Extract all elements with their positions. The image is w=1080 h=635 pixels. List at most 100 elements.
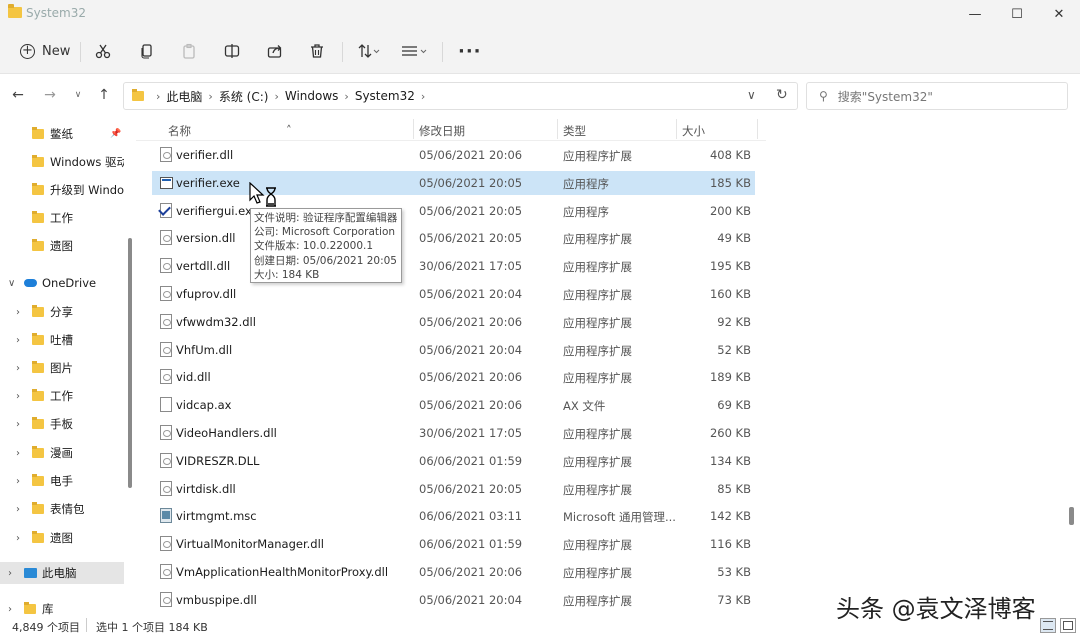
- search-input[interactable]: ⚲ 搜索"System32": [806, 82, 1068, 110]
- forward-button[interactable]: →: [39, 84, 61, 106]
- table-row[interactable]: VideoHandlers.dll 30/06/2021 17:05 应用程序扩展 2…: [152, 421, 755, 445]
- clipboard-icon: [183, 43, 195, 59]
- table-row[interactable]: virtmgmt.msc 06/06/2021 03:11 Microsoft 通用…: [152, 504, 755, 528]
- table-row[interactable]: virtdisk.dll 05/06/2021 20:05 应用程序扩展 85 KB: [152, 477, 755, 501]
- table-row[interactable]: vertdll.dll 30/06/2021 17:05 应用程序扩展 195 KB: [152, 254, 755, 278]
- table-row[interactable]: vidcap.ax 05/06/2021 20:06 AX 文件 69 KB: [152, 393, 755, 417]
- details-view-button[interactable]: [1040, 618, 1056, 633]
- table-row[interactable]: vmbuspipe.dll 05/06/2021 20:04 应用程序扩展 73 KB: [152, 588, 755, 612]
- refresh-icon[interactable]: ↻: [776, 87, 788, 103]
- chevron-right-icon[interactable]: ›: [16, 419, 20, 430]
- breadcrumb-drive-c[interactable]: 系统 (C:): [219, 88, 269, 105]
- column-type[interactable]: 类型: [563, 123, 586, 139]
- close-button[interactable]: ✕: [1038, 0, 1080, 28]
- command-bar: + New ···: [0, 28, 1080, 74]
- table-row[interactable]: vfuprov.dll 05/06/2021 20:04 应用程序扩展 160 KB: [152, 282, 755, 306]
- address-dropdown-button[interactable]: ∨: [747, 88, 756, 102]
- up-button[interactable]: ↑: [93, 84, 115, 106]
- chevron-right-icon[interactable]: ›: [16, 391, 20, 402]
- rename-button[interactable]: [224, 40, 240, 62]
- table-row[interactable]: VirtualMonitorManager.dll 06/06/2021 01:5…: [152, 532, 755, 556]
- sidebar-item-label: 漫画: [50, 446, 73, 460]
- sidebar-item-onedrive-7[interactable]: › 表情包: [0, 498, 124, 520]
- sidebar-item-this-pc[interactable]: › 此电脑: [0, 562, 124, 584]
- view-button[interactable]: [401, 40, 429, 62]
- table-row[interactable]: vid.dll 05/06/2021 20:06 应用程序扩展 189 KB: [152, 365, 755, 389]
- details-view-icon: [1043, 621, 1053, 630]
- chevron-right-icon[interactable]: ›: [8, 604, 12, 615]
- breadcrumb-windows[interactable]: Windows: [285, 89, 339, 103]
- back-button[interactable]: ←: [7, 84, 29, 106]
- table-row[interactable]: verifiergui.exe 05/06/2021 20:05 应用程序 200 K…: [152, 199, 755, 223]
- title-bar: System32 — ☐ ✕: [0, 0, 1080, 28]
- file-name: VmApplicationHealthMonitorProxy.dll: [176, 565, 389, 579]
- sidebar-item-onedrive-3[interactable]: › 工作: [0, 385, 124, 407]
- sidebar-item-quick-1[interactable]: Windows 驱动: [0, 151, 124, 173]
- chevron-right-icon[interactable]: ›: [16, 448, 20, 459]
- tooltip-line: 公司: Microsoft Corporation: [254, 226, 396, 239]
- cut-button[interactable]: [95, 40, 111, 62]
- table-row[interactable]: VmApplicationHealthMonitorProxy.dll 05/06…: [152, 560, 755, 584]
- tiles-view-button[interactable]: [1060, 618, 1076, 633]
- address-box[interactable]: › 此电脑 › 系统 (C:) › Windows › System32 › ∨…: [123, 82, 798, 110]
- minimize-button[interactable]: —: [954, 0, 996, 28]
- folder-icon: [132, 89, 144, 101]
- sidebar-item-onedrive[interactable]: ∨ OneDrive: [0, 272, 124, 294]
- delete-button[interactable]: [309, 40, 325, 62]
- column-name[interactable]: 名称: [168, 123, 191, 139]
- table-row[interactable]: version.dll 05/06/2021 20:05 应用程序扩展 49 KB: [152, 226, 755, 250]
- column-divider[interactable]: [413, 119, 414, 139]
- recent-locations-button[interactable]: ∨: [67, 84, 89, 106]
- new-button[interactable]: + New: [20, 40, 70, 62]
- sidebar-item-onedrive-1[interactable]: › 吐槽: [0, 329, 124, 351]
- sidebar-item-onedrive-6[interactable]: › 电手: [0, 470, 124, 492]
- file-date: 05/06/2021 20:06: [419, 314, 523, 329]
- paste-button[interactable]: [181, 40, 197, 62]
- column-divider[interactable]: [757, 119, 758, 139]
- file-icon: [160, 230, 172, 246]
- sidebar-item-quick-0[interactable]: 鳖纸 📌: [0, 123, 124, 145]
- table-row[interactable]: VhfUm.dll 05/06/2021 20:04 应用程序扩展 52 KB: [152, 338, 755, 362]
- chevron-right-icon[interactable]: ›: [16, 363, 20, 374]
- chevron-down-icon[interactable]: ∨: [8, 278, 15, 289]
- more-options-button[interactable]: ···: [458, 40, 482, 62]
- breadcrumb-this-pc[interactable]: 此电脑: [166, 88, 202, 105]
- sidebar-item-quick-3[interactable]: 工作: [0, 207, 124, 229]
- column-divider[interactable]: [557, 119, 558, 139]
- file-size: 92 KB: [717, 314, 751, 329]
- sidebar-item-onedrive-0[interactable]: › 分享: [0, 301, 124, 323]
- sidebar-item-label: 工作: [50, 389, 73, 403]
- chevron-right-icon[interactable]: ›: [16, 504, 20, 515]
- chevron-right-icon[interactable]: ›: [16, 476, 20, 487]
- table-row[interactable]: vfwwdm32.dll 05/06/2021 20:06 应用程序扩展 92 KB: [152, 310, 755, 334]
- table-row[interactable]: VIDRESZR.DLL 06/06/2021 01:59 应用程序扩展 134 KB: [152, 449, 755, 473]
- sort-button[interactable]: [358, 40, 380, 62]
- computer-icon: [24, 568, 37, 578]
- sidebar-item-quick-4[interactable]: 遗图: [0, 235, 124, 257]
- sidebar-scrollbar[interactable]: [128, 238, 132, 488]
- share-button[interactable]: [267, 40, 283, 62]
- chevron-right-icon[interactable]: ›: [16, 307, 20, 318]
- table-row[interactable]: verifier.dll 05/06/2021 20:06 应用程序扩展 408 KB: [152, 143, 755, 167]
- chevron-right-icon: ›: [274, 89, 279, 103]
- folder-icon: [32, 474, 44, 486]
- maximize-button[interactable]: ☐: [996, 0, 1038, 28]
- sidebar-item-label: 吐槽: [50, 333, 73, 347]
- chevron-right-icon[interactable]: ›: [16, 533, 20, 544]
- copy-button[interactable]: [139, 40, 155, 62]
- column-divider[interactable]: [676, 119, 677, 139]
- chevron-right-icon[interactable]: ›: [16, 335, 20, 346]
- chevron-right-icon[interactable]: ›: [8, 568, 12, 579]
- file-icon: [160, 591, 172, 607]
- sidebar-item-onedrive-2[interactable]: › 图片: [0, 357, 124, 379]
- column-size[interactable]: 大小: [682, 123, 705, 139]
- sidebar-item-onedrive-5[interactable]: › 漫画: [0, 442, 124, 464]
- file-list-scrollbar[interactable]: [1069, 507, 1074, 525]
- sidebar-item-library[interactable]: › 库: [0, 598, 124, 617]
- sidebar-item-quick-2[interactable]: 升级到 Window: [0, 179, 124, 201]
- sidebar-item-onedrive-8[interactable]: › 遗图: [0, 527, 124, 549]
- breadcrumb-system32[interactable]: System32: [355, 89, 415, 103]
- column-date[interactable]: 修改日期: [419, 123, 465, 139]
- sidebar-item-onedrive-4[interactable]: › 手板: [0, 413, 124, 435]
- table-row[interactable]: verifier.exe 05/06/2021 20:05 应用程序 185 KB: [152, 170, 755, 195]
